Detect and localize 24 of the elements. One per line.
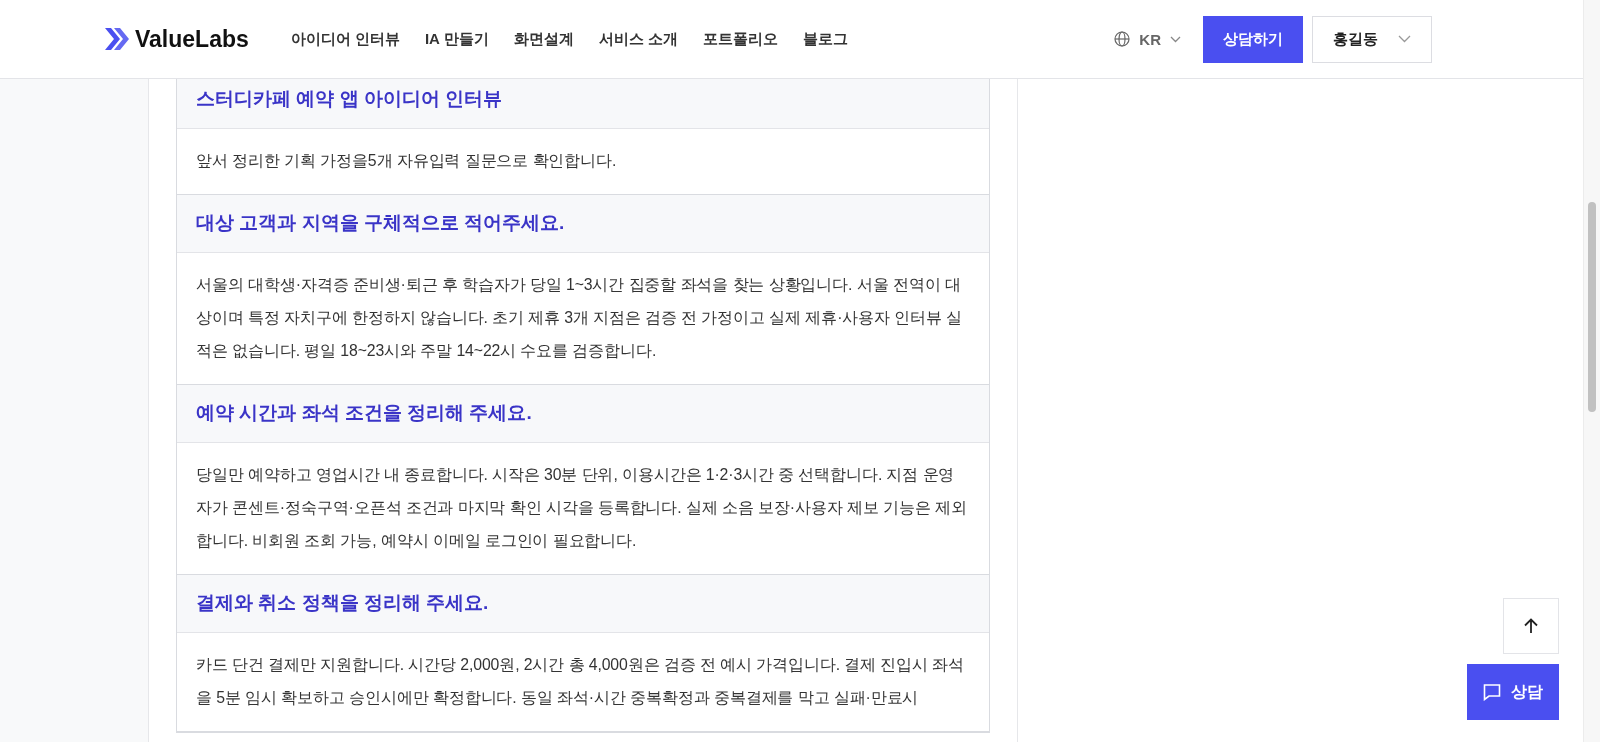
- nav-link[interactable]: 화면설계: [513, 29, 574, 49]
- chat-bubble-icon: [1483, 683, 1501, 701]
- user-menu-button[interactable]: 홍길동: [1312, 15, 1432, 63]
- chevron-down-icon: [1398, 35, 1411, 43]
- chat-button[interactable]: 상담: [1467, 664, 1559, 720]
- question-title: 예약 시간과 좌석 조건을 정리해 주세요.: [177, 385, 989, 443]
- answer-text: 카드 단건 결제만 지원합니다. 시간당 2,000원, 2시간 총 4,000원은 검증 전 예시 가격입니다. 결제 진입시 좌석을 5분 임시 확보하고 승인시에만 확정합니다. 동일 좌석·시간 중복확정과 중복결제를 막고 실패·만료시: [177, 633, 989, 732]
- globe-icon: [1114, 31, 1131, 47]
- nav-link[interactable]: IA 만들기: [424, 29, 489, 49]
- question-title: 스터디카페 예약 앱 아이디어 인터뷰: [177, 79, 989, 129]
- nav-link[interactable]: 서비스 소개: [598, 29, 678, 49]
- language-selector[interactable]: KR: [1139, 30, 1161, 48]
- question-title: 대상 고객과 지역을 구체적으로 적어주세요.: [177, 195, 989, 253]
- nav-link[interactable]: 포트폴리오: [702, 29, 778, 49]
- question-title: 결제와 취소 정책을 정리해 주세요.: [177, 575, 989, 633]
- arrow-up-icon: [1524, 618, 1538, 634]
- nav-link[interactable]: 아이디어 인터뷰: [290, 29, 400, 49]
- consult-button[interactable]: 상담하기: [1203, 15, 1303, 63]
- logo-chevrons-icon: [105, 28, 129, 50]
- chevron-down-icon: [1170, 35, 1181, 43]
- scrollbar[interactable]: [1583, 0, 1600, 742]
- nav-link[interactable]: 블로그: [802, 29, 848, 49]
- scroll-top-button[interactable]: [1503, 598, 1559, 654]
- logo-text[interactable]: ValueLabs: [135, 25, 249, 53]
